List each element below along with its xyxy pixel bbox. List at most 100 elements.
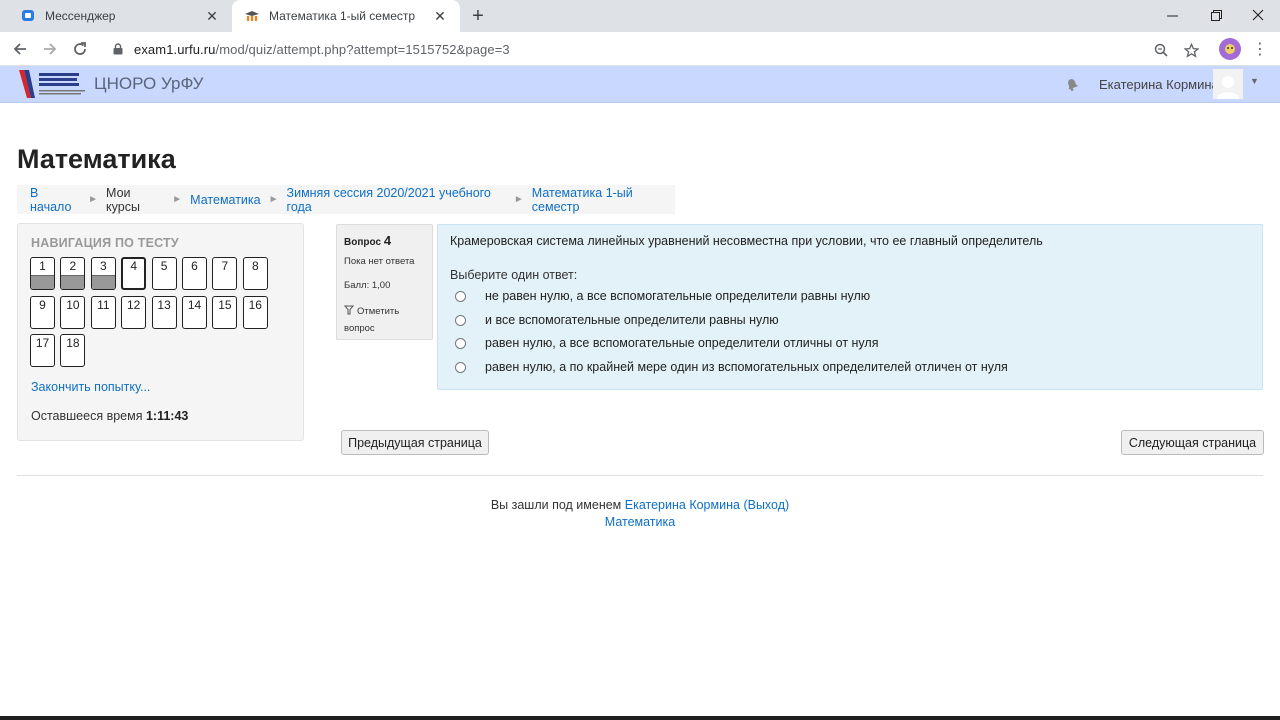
minimize-icon[interactable] [1150, 0, 1194, 30]
time-remaining-label: Оставшееся время [31, 409, 143, 423]
quiz-nav-question-button[interactable]: 12 [121, 295, 147, 329]
urfu-logo[interactable] [17, 68, 87, 100]
profile-avatar-icon[interactable] [1219, 38, 1241, 60]
moodle-icon [244, 8, 260, 24]
breadcrumb-course[interactable]: Математика [190, 193, 260, 207]
quiz-nav-question-number: 7 [221, 259, 229, 273]
quiz-nav-question-number: 11 [97, 297, 110, 312]
quiz-navigation-block: НАВИГАЦИЯ ПО ТЕСТУ Закончить попытку... … [17, 223, 304, 441]
site-brand[interactable]: ЦНОРО УрФУ [94, 74, 203, 94]
radio-button[interactable] [455, 290, 466, 302]
user-avatar[interactable] [1213, 69, 1243, 99]
page-title: Математика [17, 144, 176, 174]
maximize-icon[interactable] [1194, 0, 1238, 30]
answer-option[interactable]: равен нулю, а по крайней мере один из вс… [455, 359, 1008, 375]
site-header: ЦНОРО УрФУ Екатерина Кормина ▼ [0, 66, 1280, 103]
lock-icon[interactable] [110, 41, 126, 57]
answer-prompt: Выберите один ответ: [450, 268, 578, 282]
footer-user-link[interactable]: Екатерина Кормина [625, 498, 740, 512]
answered-indicator [61, 275, 85, 289]
quiz-nav-question-button[interactable]: 1 [30, 257, 55, 290]
logout-link[interactable]: (Выход) [743, 498, 789, 512]
breadcrumb-home[interactable]: В начало [30, 186, 80, 214]
header-user-name[interactable]: Екатерина Кормина [1099, 77, 1219, 92]
answer-label[interactable]: равен нулю, а по крайней мере один из вс… [485, 360, 1008, 374]
answer-label[interactable]: и все вспомогательные определители равны… [485, 313, 779, 327]
quiz-nav-question-button[interactable]: 10 [60, 295, 86, 329]
reload-icon[interactable] [68, 37, 92, 61]
time-remaining-value: 1:11:43 [145, 409, 189, 423]
radio-button[interactable] [455, 361, 466, 373]
quiz-nav-question-button[interactable]: 7 [212, 257, 238, 290]
zoom-icon[interactable] [1151, 40, 1171, 60]
quiz-nav-question-button[interactable]: 8 [242, 257, 268, 290]
answer-label[interactable]: не равен нулю, а все вспомогательные опр… [485, 289, 870, 303]
answer-option[interactable]: равен нулю, а все вспомогательные опреде… [455, 335, 878, 351]
browser-tab-title: Мессенджер [45, 9, 116, 23]
url-text: exam1.urfu.ru/mod/quiz/attempt.php?attem… [134, 42, 510, 57]
quiz-nav-question-number: 9 [39, 297, 46, 312]
quiz-nav-question-number: 15 [218, 297, 232, 312]
flag-icon [343, 304, 355, 315]
answer-option[interactable]: и все вспомогательные определители равны… [455, 312, 779, 328]
quiz-nav-question-button[interactable]: 13 [151, 295, 177, 329]
quiz-nav-question-number: 1 [39, 259, 46, 273]
chevron-down-icon[interactable]: ▼ [1250, 76, 1259, 86]
next-page-button[interactable]: Следующая страница [1121, 430, 1264, 455]
menu-dots-icon[interactable]: ⋮ [1252, 38, 1268, 60]
star-bookmark-icon[interactable] [1181, 40, 1201, 60]
breadcrumb-quiz[interactable]: Математика 1-ый семестр [532, 186, 675, 214]
window-close-icon[interactable] [1236, 0, 1280, 30]
quiz-nav-question-button[interactable]: 6 [182, 257, 207, 290]
footer-course-link[interactable]: Математика [605, 515, 675, 529]
quiz-nav-question-button[interactable]: 16 [242, 295, 268, 329]
messenger-icon [20, 8, 36, 24]
breadcrumb-separator-icon: ► [268, 194, 279, 205]
previous-page-button[interactable]: Предыдущая страница [341, 430, 489, 455]
close-icon[interactable]: ✕ [432, 8, 448, 24]
bell-icon[interactable] [1064, 76, 1082, 94]
browser-tab-quiz[interactable]: Математика 1-ый семестр ✕ [232, 0, 460, 32]
footer-divider [17, 475, 1263, 476]
answer-option[interactable]: не равен нулю, а все вспомогательные опр… [455, 288, 870, 304]
quiz-nav-question-button[interactable]: 9 [30, 295, 55, 329]
quiz-nav-question-button[interactable]: 5 [151, 257, 177, 290]
finish-attempt-link[interactable]: Закончить попытку... [31, 380, 150, 394]
question-number: Вопрос 4 [344, 233, 391, 248]
url-host: exam1.urfu.ru [134, 41, 216, 57]
question-text: Крамеровская система линейных уравнений … [450, 234, 1043, 248]
flag-question-toggle[interactable]: Отметить вопрос [343, 303, 428, 337]
radio-button[interactable] [455, 337, 466, 349]
quiz-nav-question-number: 8 [251, 259, 259, 273]
quiz-nav-question-button[interactable]: 18 [60, 334, 86, 367]
footer-course: Математика [0, 515, 1280, 529]
close-icon[interactable]: ✕ [204, 8, 220, 24]
back-arrow-icon[interactable] [8, 37, 32, 61]
question-number-value: 4 [383, 233, 392, 248]
answered-indicator [31, 275, 54, 289]
breadcrumb-separator-icon: ► [513, 194, 524, 205]
browser-toolbar: exam1.urfu.ru/mod/quiz/attempt.php?attem… [0, 32, 1280, 66]
new-tab-plus-icon[interactable]: + [466, 4, 490, 28]
answered-indicator [91, 275, 115, 289]
breadcrumb-category[interactable]: Зимняя сессия 2020/2021 учебного года [287, 186, 506, 214]
quiz-nav-question-button[interactable]: 14 [182, 295, 207, 329]
quiz-nav-question-button[interactable]: 15 [212, 295, 238, 329]
breadcrumb-my-courses: Мои курсы [106, 185, 140, 214]
radio-button[interactable] [455, 314, 466, 326]
quiz-nav-question-number: 5 [160, 259, 168, 273]
quiz-nav-question-number: 4 [130, 259, 138, 273]
quiz-nav-question-button[interactable]: 2 [60, 257, 86, 290]
quiz-nav-question-button[interactable]: 17 [30, 334, 55, 367]
answer-label[interactable]: равен нулю, а все вспомогательные опреде… [485, 336, 878, 350]
quiz-nav-question-number: 13 [157, 297, 171, 312]
quiz-nav-question-button[interactable]: 3 [90, 257, 116, 290]
quiz-nav-question-button[interactable]: 11 [90, 295, 116, 329]
breadcrumb-separator-icon: ► [88, 194, 99, 205]
address-bar[interactable]: exam1.urfu.ru/mod/quiz/attempt.php?attem… [104, 35, 1210, 63]
forward-arrow-icon[interactable] [38, 37, 62, 61]
browser-tab-messenger[interactable]: Мессенджер ✕ [8, 0, 232, 32]
quiz-navigation-heading: НАВИГАЦИЯ ПО ТЕСТУ [31, 236, 179, 250]
quiz-nav-question-button[interactable]: 4 [121, 257, 147, 290]
quiz-nav-question-number: 16 [248, 297, 262, 312]
